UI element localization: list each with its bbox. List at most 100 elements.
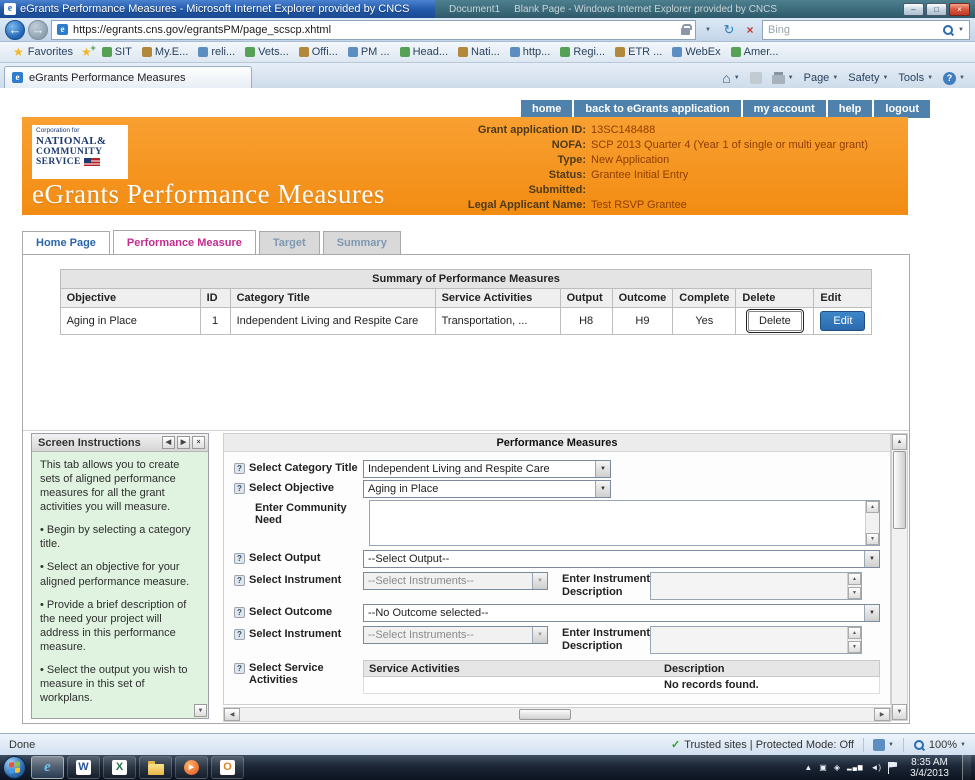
- volume-icon[interactable]: ◄): [870, 764, 881, 772]
- help-tip-icon[interactable]: ?: [234, 483, 245, 494]
- tab-summary[interactable]: Summary: [323, 231, 401, 254]
- favorites-link[interactable]: Amer...: [726, 44, 784, 60]
- help-tip-icon[interactable]: ?: [234, 575, 245, 586]
- textarea-scrollbar[interactable]: ▲▼: [847, 573, 861, 599]
- taskbar-clock[interactable]: 8:35 AM 3/4/2013: [904, 757, 955, 779]
- zoom-level[interactable]: 100%: [929, 739, 957, 751]
- tools-menu[interactable]: Tools▼: [898, 72, 933, 84]
- scroll-left-icon[interactable]: ◀: [224, 708, 240, 721]
- delete-button[interactable]: Delete: [748, 311, 802, 331]
- type-value: New Application: [591, 153, 669, 167]
- chevron-down-icon: ▼: [864, 551, 879, 567]
- objective-select[interactable]: Aging in Place▼: [363, 480, 611, 498]
- favorites-link[interactable]: Offi...: [294, 44, 343, 60]
- close-button[interactable]: ×: [949, 3, 970, 16]
- taskbar-outlook-icon[interactable]: O: [211, 756, 244, 779]
- outcome-instrument-description-textarea[interactable]: ▲▼: [650, 626, 862, 654]
- favorites-link[interactable]: SIT: [97, 44, 137, 60]
- instructions-close-icon[interactable]: ×: [192, 436, 205, 449]
- taskbar-word-icon[interactable]: W: [67, 756, 100, 779]
- tab-target[interactable]: Target: [259, 231, 320, 254]
- nav-back-to-egrants[interactable]: back to eGrants application: [574, 100, 740, 118]
- maximize-button[interactable]: □: [926, 3, 947, 16]
- vertical-scrollbar[interactable]: ▲ ▼: [891, 433, 908, 721]
- category-title-select[interactable]: Independent Living and Respite Care▼: [363, 460, 611, 478]
- textarea-scrollbar[interactable]: ▲▼: [865, 501, 879, 545]
- search-input[interactable]: Bing ▼: [762, 20, 970, 40]
- check-icon: ✓: [671, 738, 680, 751]
- taskbar-media-icon[interactable]: ▶: [175, 756, 208, 779]
- help-tip-icon[interactable]: ?: [234, 629, 245, 640]
- taskbar-folder-icon[interactable]: [139, 756, 172, 779]
- nav-home[interactable]: home: [521, 100, 572, 118]
- taskbar-ie-icon[interactable]: e: [31, 756, 64, 779]
- address-bar: ← → e https://egrants.cns.gov/egrantsPM/…: [0, 18, 975, 42]
- scroll-up-icon[interactable]: ▲: [892, 434, 907, 450]
- taskbar-excel-icon[interactable]: X: [103, 756, 136, 779]
- search-icon[interactable]: [942, 24, 954, 36]
- network-icon[interactable]: ▂▄▆: [847, 764, 863, 771]
- tab-performance-measure[interactable]: Performance Measure: [113, 230, 256, 254]
- output-select[interactable]: --Select Output--▼: [363, 550, 880, 568]
- hidden-icons-chevron[interactable]: ▲: [804, 764, 812, 772]
- instructions-scroll-down[interactable]: ▼: [194, 704, 207, 717]
- nav-logout[interactable]: logout: [874, 100, 930, 118]
- help-tip-icon[interactable]: ?: [234, 463, 245, 474]
- favorites-link[interactable]: Head...: [395, 44, 453, 60]
- outcome-select[interactable]: --No Outcome selected--▼: [363, 604, 880, 622]
- favorites-link[interactable]: Nati...: [453, 44, 505, 60]
- edit-button[interactable]: Edit: [820, 311, 865, 331]
- nav-help[interactable]: help: [828, 100, 873, 118]
- refresh-button[interactable]: ↻: [720, 20, 738, 40]
- stop-button[interactable]: ×: [741, 20, 759, 40]
- favorites-button[interactable]: ★ Favorites: [6, 44, 80, 60]
- scroll-right-icon[interactable]: ▶: [874, 708, 890, 721]
- outcome-instrument-select[interactable]: --Select Instruments--▼: [363, 626, 548, 644]
- action-center-flag-icon[interactable]: [888, 762, 897, 774]
- horizontal-scrollbar[interactable]: ◀ ▶: [223, 707, 891, 722]
- scrollbar-thumb[interactable]: [519, 709, 571, 720]
- print-button[interactable]: ▼: [772, 72, 794, 84]
- show-desktop-button[interactable]: [962, 755, 971, 780]
- minimize-button[interactable]: –: [903, 3, 924, 16]
- favorites-link[interactable]: Vets...: [240, 44, 294, 60]
- favorites-link[interactable]: Regi...: [555, 44, 610, 60]
- safety-menu[interactable]: Safety▼: [848, 72, 888, 84]
- scrollbar-thumb[interactable]: [893, 451, 906, 529]
- browser-tab[interactable]: e eGrants Performance Measures: [4, 66, 252, 88]
- back-button[interactable]: ←: [5, 20, 25, 40]
- tray-app-icon[interactable]: ◈: [834, 764, 840, 772]
- add-favorite-button[interactable]: ★+: [81, 46, 92, 59]
- instructions-prev-button[interactable]: ◀: [162, 436, 175, 449]
- favorites-link[interactable]: reli...: [193, 44, 240, 60]
- favorites-link[interactable]: My.E...: [137, 44, 193, 60]
- textarea-scrollbar[interactable]: ▲▼: [847, 627, 861, 653]
- help-tip-icon[interactable]: ?: [234, 553, 245, 564]
- forward-button[interactable]: →: [28, 20, 48, 40]
- nav-my-account[interactable]: my account: [743, 100, 826, 118]
- favorites-link[interactable]: http...: [505, 44, 556, 60]
- content-area: Summary of Performance Measures Objectiv…: [22, 254, 910, 724]
- start-button[interactable]: [3, 756, 26, 779]
- instructions-next-button[interactable]: ▶: [177, 436, 190, 449]
- screen-instructions-panel: Screen Instructions ◀ ▶ × This tab allow…: [31, 433, 209, 719]
- address-dropdown-button[interactable]: ▼: [699, 20, 717, 40]
- windows-logo-icon: [9, 761, 20, 773]
- favorites-link[interactable]: WebEx: [667, 44, 725, 60]
- home-button[interactable]: ⌂▼: [722, 71, 739, 85]
- output-instrument-select[interactable]: --Select Instruments--▼: [363, 572, 548, 590]
- tray-app-icon[interactable]: ▣: [819, 764, 827, 772]
- help-tip-icon[interactable]: ?: [234, 663, 245, 674]
- url-field[interactable]: e https://egrants.cns.gov/egrantsPM/page…: [51, 20, 696, 40]
- community-need-textarea[interactable]: ▲▼: [369, 500, 880, 546]
- search-dropdown-icon[interactable]: ▼: [958, 27, 964, 33]
- help-menu[interactable]: ?▼: [943, 72, 965, 85]
- help-tip-icon[interactable]: ?: [234, 607, 245, 618]
- tab-home-page[interactable]: Home Page: [22, 231, 110, 254]
- favorites-link[interactable]: PM ...: [343, 44, 395, 60]
- feeds-button[interactable]: [750, 72, 762, 84]
- favorites-link[interactable]: ETR ...: [610, 44, 667, 60]
- scroll-down-icon[interactable]: ▼: [892, 704, 907, 720]
- output-instrument-description-textarea[interactable]: ▲▼: [650, 572, 862, 600]
- page-menu[interactable]: Page▼: [804, 72, 839, 84]
